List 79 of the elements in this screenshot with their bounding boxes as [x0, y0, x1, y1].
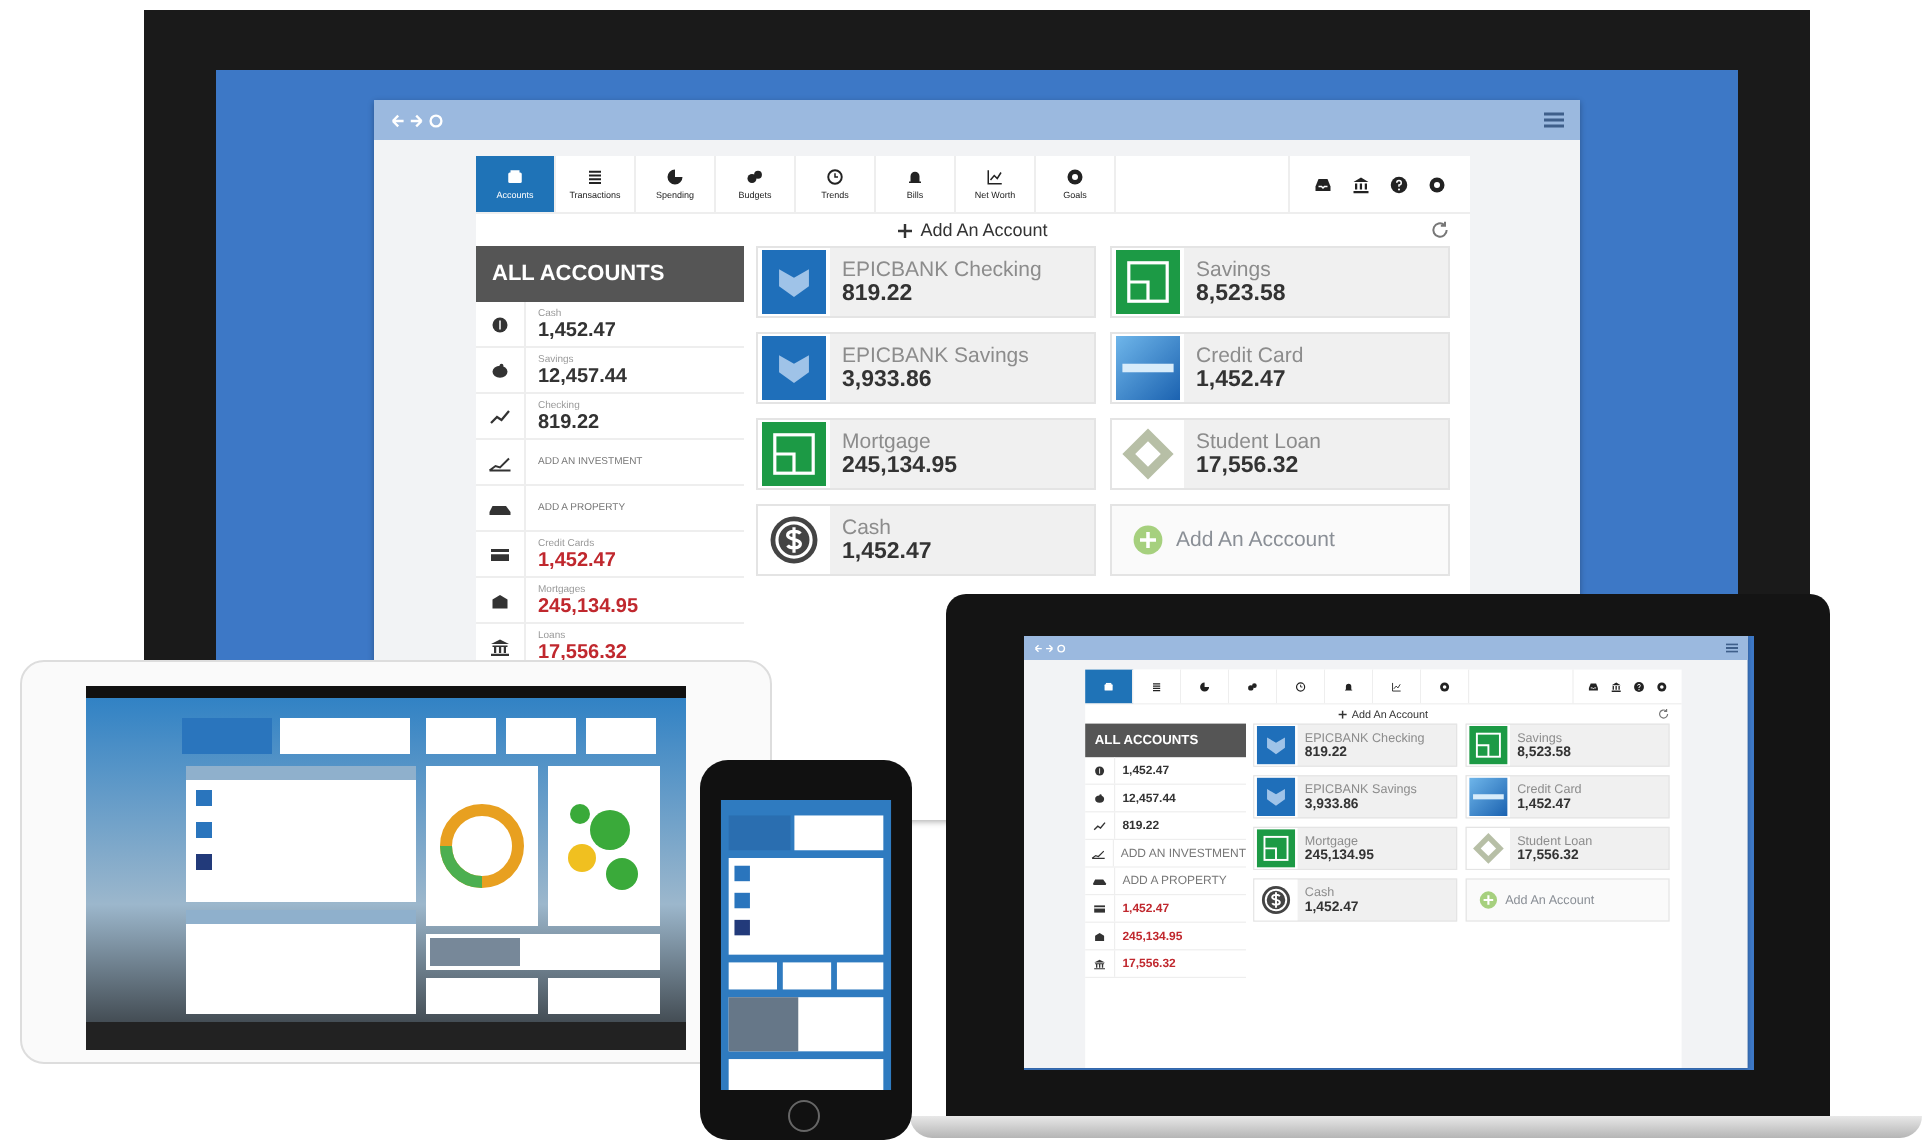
account-card[interactable]: Credit Card 1,452.47 [1110, 332, 1450, 404]
account-balance: 819.22 [842, 281, 915, 307]
bank-icon[interactable] [1610, 681, 1622, 692]
square-logo-icon [1116, 250, 1180, 314]
account-card[interactable]: Cash 1,452.47 [756, 504, 1096, 576]
house-icon [488, 591, 512, 609]
square-logo-icon [1256, 829, 1296, 868]
credit-card-logo-icon [1116, 336, 1180, 400]
account-name: EPICBANK Checking [842, 257, 1042, 281]
list-icon [586, 168, 604, 186]
add-account-link[interactable]: Add An Account [920, 220, 1048, 240]
all-accounts-header: ALL ACCOUNTS [476, 246, 744, 302]
account-name: Mortgage [842, 429, 931, 453]
account-card[interactable]: EPICBANK Checking 819.22 [756, 246, 1096, 318]
credit-card-logo-icon [1469, 777, 1508, 816]
refresh-icon[interactable] [1430, 220, 1450, 240]
account-balance: 8,523.58 [1196, 281, 1286, 307]
pie-chart-icon [1199, 681, 1210, 692]
home-button[interactable] [788, 1100, 820, 1132]
trend-line-icon [1092, 820, 1107, 831]
credit-card-icon [488, 545, 512, 563]
square-logo-icon [762, 422, 826, 486]
wallet-icon [506, 168, 524, 186]
settings-icon[interactable] [1428, 175, 1446, 193]
account-name: Savings [1196, 257, 1271, 281]
account-balance: 17,556.32 [1196, 453, 1301, 479]
account-group-amount: 12,457.44 [538, 365, 627, 387]
help-icon[interactable] [1633, 681, 1645, 692]
plus-icon [1338, 709, 1348, 719]
house-icon [1092, 930, 1107, 942]
target-icon [1066, 168, 1084, 186]
clock-icon [826, 168, 844, 186]
account-group-amount: 245,134.95 [538, 595, 639, 617]
settings-icon[interactable] [1656, 681, 1668, 692]
add-account-label: Add An Acccount [1176, 528, 1335, 552]
help-icon[interactable] [1390, 175, 1408, 193]
trend-line-icon [488, 407, 512, 425]
plus-circle-icon [1478, 890, 1498, 910]
target-icon [1439, 681, 1450, 692]
account-name: EPICBANK Savings [842, 343, 1029, 367]
account-balance: 3,933.86 [842, 367, 934, 393]
shield-logo-icon [762, 250, 826, 314]
menu-icon[interactable] [1544, 112, 1564, 128]
bank-icon [1092, 958, 1107, 969]
account-balance: 1,452.47 [1196, 367, 1288, 393]
coins-icon [746, 168, 764, 186]
account-card[interactable]: Mortgage 245,134.95 [756, 418, 1096, 490]
account-name: Cash [842, 515, 894, 539]
bank-icon [488, 637, 512, 655]
square-logo-icon [1469, 726, 1508, 765]
account-group-amount: 17,556.32 [538, 641, 627, 663]
menu-icon[interactable] [1726, 643, 1738, 653]
shield-logo-icon [762, 336, 826, 400]
line-chart-icon [986, 168, 1004, 186]
pie-chart-icon [666, 168, 684, 186]
inbox-icon[interactable] [1314, 175, 1332, 193]
plus-circle-icon [1132, 524, 1164, 556]
plus-icon [898, 223, 913, 237]
inbox-icon[interactable] [1588, 681, 1599, 692]
bell-icon [1343, 681, 1354, 692]
bell-icon [906, 168, 924, 186]
account-name: Credit Card [1196, 343, 1304, 367]
wallet-icon [1103, 681, 1114, 692]
account-card[interactable]: EPICBANK Savings 3,933.86 [756, 332, 1096, 404]
account-group-amount: 819.22 [538, 411, 600, 433]
shield-logo-icon [1256, 777, 1296, 816]
account-balance: 245,134.95 [842, 453, 958, 479]
credit-card-icon [1092, 903, 1107, 914]
account-card[interactable]: Student Loan 17,556.32 [1110, 418, 1450, 490]
account-balance: 1,452.47 [842, 539, 932, 565]
shield-logo-icon [1256, 726, 1296, 765]
account-name: Student Loan [1196, 429, 1321, 453]
account-group-amount: 1,452.47 [538, 319, 616, 341]
coins-icon [1247, 681, 1258, 692]
bar-chart-icon [488, 453, 512, 471]
account-card[interactable]: Savings 8,523.58 [1110, 246, 1450, 318]
bank-icon[interactable] [1352, 175, 1370, 193]
account-group-amount: 1,452.47 [538, 549, 616, 571]
diamond-logo-icon [1469, 829, 1508, 868]
